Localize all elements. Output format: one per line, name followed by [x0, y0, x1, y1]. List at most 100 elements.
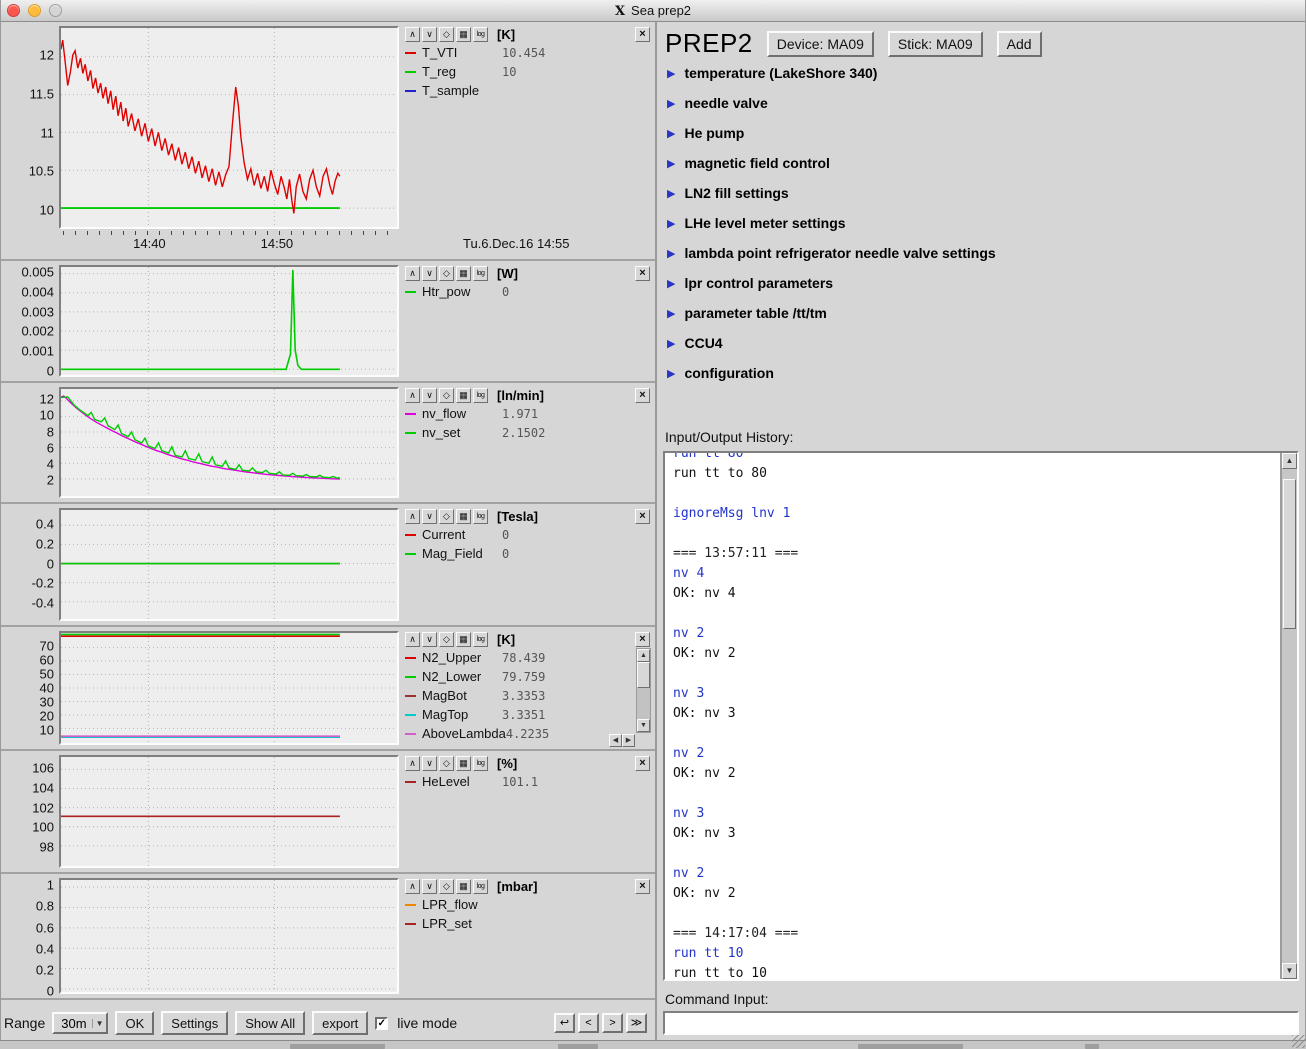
pan-up-button[interactable]: ∧	[405, 388, 420, 403]
log-scale-button[interactable]: log	[473, 27, 488, 42]
grid-toggle-button[interactable]: ▦	[456, 266, 471, 281]
scroll-up-button[interactable]: ▲	[637, 649, 650, 662]
pan-down-button[interactable]: ∨	[422, 266, 437, 281]
tree-item[interactable]: ▶CCU4	[667, 328, 1297, 358]
grid-toggle-button[interactable]: ▦	[456, 756, 471, 771]
scrollbar-trough[interactable]	[1282, 469, 1297, 963]
scroll-down-button[interactable]: ▼	[637, 719, 650, 732]
zoom-button[interactable]: ◇	[439, 388, 454, 403]
page-back-button[interactable]: <	[578, 1013, 599, 1033]
expand-arrow-icon[interactable]: ▶	[667, 157, 675, 170]
tree-item[interactable]: ▶configuration	[667, 358, 1297, 388]
tree-item[interactable]: ▶LHe level meter settings	[667, 208, 1297, 238]
live-mode-checkbox[interactable]: ✓	[375, 1017, 388, 1030]
show-all-button[interactable]: Show All	[235, 1011, 305, 1035]
settings-button[interactable]: Settings	[161, 1011, 228, 1035]
export-button[interactable]: export	[312, 1011, 368, 1035]
tree-item[interactable]: ▶parameter table /tt/tm	[667, 298, 1297, 328]
history-output[interactable]: run tt 80run tt to 80 ignoreMsg lnv 1 ==…	[663, 451, 1299, 981]
close-plot-button[interactable]: ×	[635, 756, 650, 771]
jump-latest-button[interactable]: ↩	[554, 1013, 575, 1033]
log-scale-button[interactable]: log	[473, 266, 488, 281]
close-plot-button[interactable]: ×	[635, 632, 650, 647]
scrollbar-trough[interactable]	[637, 662, 650, 719]
close-plot-button[interactable]: ×	[635, 388, 650, 403]
expand-arrow-icon[interactable]: ▶	[667, 337, 675, 350]
legend-hscrollbar[interactable]: ◀▶	[609, 734, 635, 747]
pan-down-button[interactable]: ∨	[422, 879, 437, 894]
scroll-up-button[interactable]: ▲	[1282, 453, 1297, 469]
tree-item[interactable]: ▶lambda point refrigerator needle valve …	[667, 238, 1297, 268]
pan-down-button[interactable]: ∨	[422, 388, 437, 403]
grid-toggle-button[interactable]: ▦	[456, 27, 471, 42]
pan-up-button[interactable]: ∧	[405, 756, 420, 771]
device-button[interactable]: Device: MA09	[767, 31, 874, 57]
zoom-button[interactable]: ◇	[439, 509, 454, 524]
tree-item[interactable]: ▶needle valve	[667, 88, 1297, 118]
pan-down-button[interactable]: ∨	[422, 509, 437, 524]
expand-arrow-icon[interactable]: ▶	[667, 217, 675, 230]
tree-item[interactable]: ▶magnetic field control	[667, 148, 1297, 178]
expand-arrow-icon[interactable]: ▶	[667, 97, 675, 110]
plot-area[interactable]	[59, 631, 399, 745]
command-input[interactable]	[663, 1011, 1299, 1035]
expand-arrow-icon[interactable]: ▶	[667, 367, 675, 380]
plot-area[interactable]	[59, 387, 399, 498]
plot-area[interactable]	[59, 878, 399, 994]
tree-item[interactable]: ▶temperature (LakeShore 340)	[667, 58, 1297, 88]
pan-down-button[interactable]: ∨	[422, 756, 437, 771]
log-scale-button[interactable]: log	[473, 388, 488, 403]
expand-arrow-icon[interactable]: ▶	[667, 277, 675, 290]
close-plot-button[interactable]: ×	[635, 879, 650, 894]
window-titlebar[interactable]: XSea prep2	[1, 0, 1305, 22]
tree-item[interactable]: ▶lpr control parameters	[667, 268, 1297, 298]
range-select[interactable]: 30m ▼	[52, 1012, 108, 1034]
close-plot-button[interactable]: ×	[635, 27, 650, 42]
log-scale-button[interactable]: log	[473, 509, 488, 524]
scrollbar-thumb[interactable]	[1283, 479, 1296, 629]
scroll-right-button[interactable]: ▶	[622, 734, 635, 747]
zoom-button[interactable]: ◇	[439, 27, 454, 42]
close-plot-button[interactable]: ×	[635, 509, 650, 524]
pan-up-button[interactable]: ∧	[405, 879, 420, 894]
scrollbar-thumb[interactable]	[637, 662, 650, 688]
pan-up-button[interactable]: ∧	[405, 27, 420, 42]
scroll-left-button[interactable]: ◀	[609, 734, 622, 747]
tree-item[interactable]: ▶He pump	[667, 118, 1297, 148]
pan-down-button[interactable]: ∨	[422, 632, 437, 647]
pan-up-button[interactable]: ∧	[405, 632, 420, 647]
expand-arrow-icon[interactable]: ▶	[667, 67, 675, 80]
pan-up-button[interactable]: ∧	[405, 509, 420, 524]
pan-up-button[interactable]: ∧	[405, 266, 420, 281]
history-scrollbar[interactable]: ▲ ▼	[1280, 453, 1297, 979]
log-scale-button[interactable]: log	[473, 632, 488, 647]
grid-toggle-button[interactable]: ▦	[456, 632, 471, 647]
expand-arrow-icon[interactable]: ▶	[667, 187, 675, 200]
resize-grip[interactable]	[1292, 1035, 1305, 1048]
zoom-button[interactable]: ◇	[439, 756, 454, 771]
stick-button[interactable]: Stick: MA09	[888, 31, 983, 57]
plot-area[interactable]	[59, 508, 399, 621]
expand-arrow-icon[interactable]: ▶	[667, 307, 675, 320]
ok-button[interactable]: OK	[115, 1011, 154, 1035]
zoom-button[interactable]: ◇	[439, 879, 454, 894]
legend-scrollbar[interactable]: ▲▼	[636, 648, 651, 733]
zoom-button[interactable]: ◇	[439, 266, 454, 281]
zoom-button[interactable]: ◇	[439, 632, 454, 647]
jump-end-button[interactable]: ≫	[626, 1013, 647, 1033]
page-forward-button[interactable]: >	[602, 1013, 623, 1033]
tree-item[interactable]: ▶LN2 fill settings	[667, 178, 1297, 208]
grid-toggle-button[interactable]: ▦	[456, 509, 471, 524]
log-scale-button[interactable]: log	[473, 756, 488, 771]
grid-toggle-button[interactable]: ▦	[456, 388, 471, 403]
add-button[interactable]: Add	[997, 31, 1042, 57]
plot-area[interactable]	[59, 26, 399, 229]
close-plot-button[interactable]: ×	[635, 266, 650, 281]
grid-toggle-button[interactable]: ▦	[456, 879, 471, 894]
scroll-down-button[interactable]: ▼	[1282, 963, 1297, 979]
pan-down-button[interactable]: ∨	[422, 27, 437, 42]
plot-area[interactable]	[59, 265, 399, 377]
log-scale-button[interactable]: log	[473, 879, 488, 894]
expand-arrow-icon[interactable]: ▶	[667, 127, 675, 140]
expand-arrow-icon[interactable]: ▶	[667, 247, 675, 260]
